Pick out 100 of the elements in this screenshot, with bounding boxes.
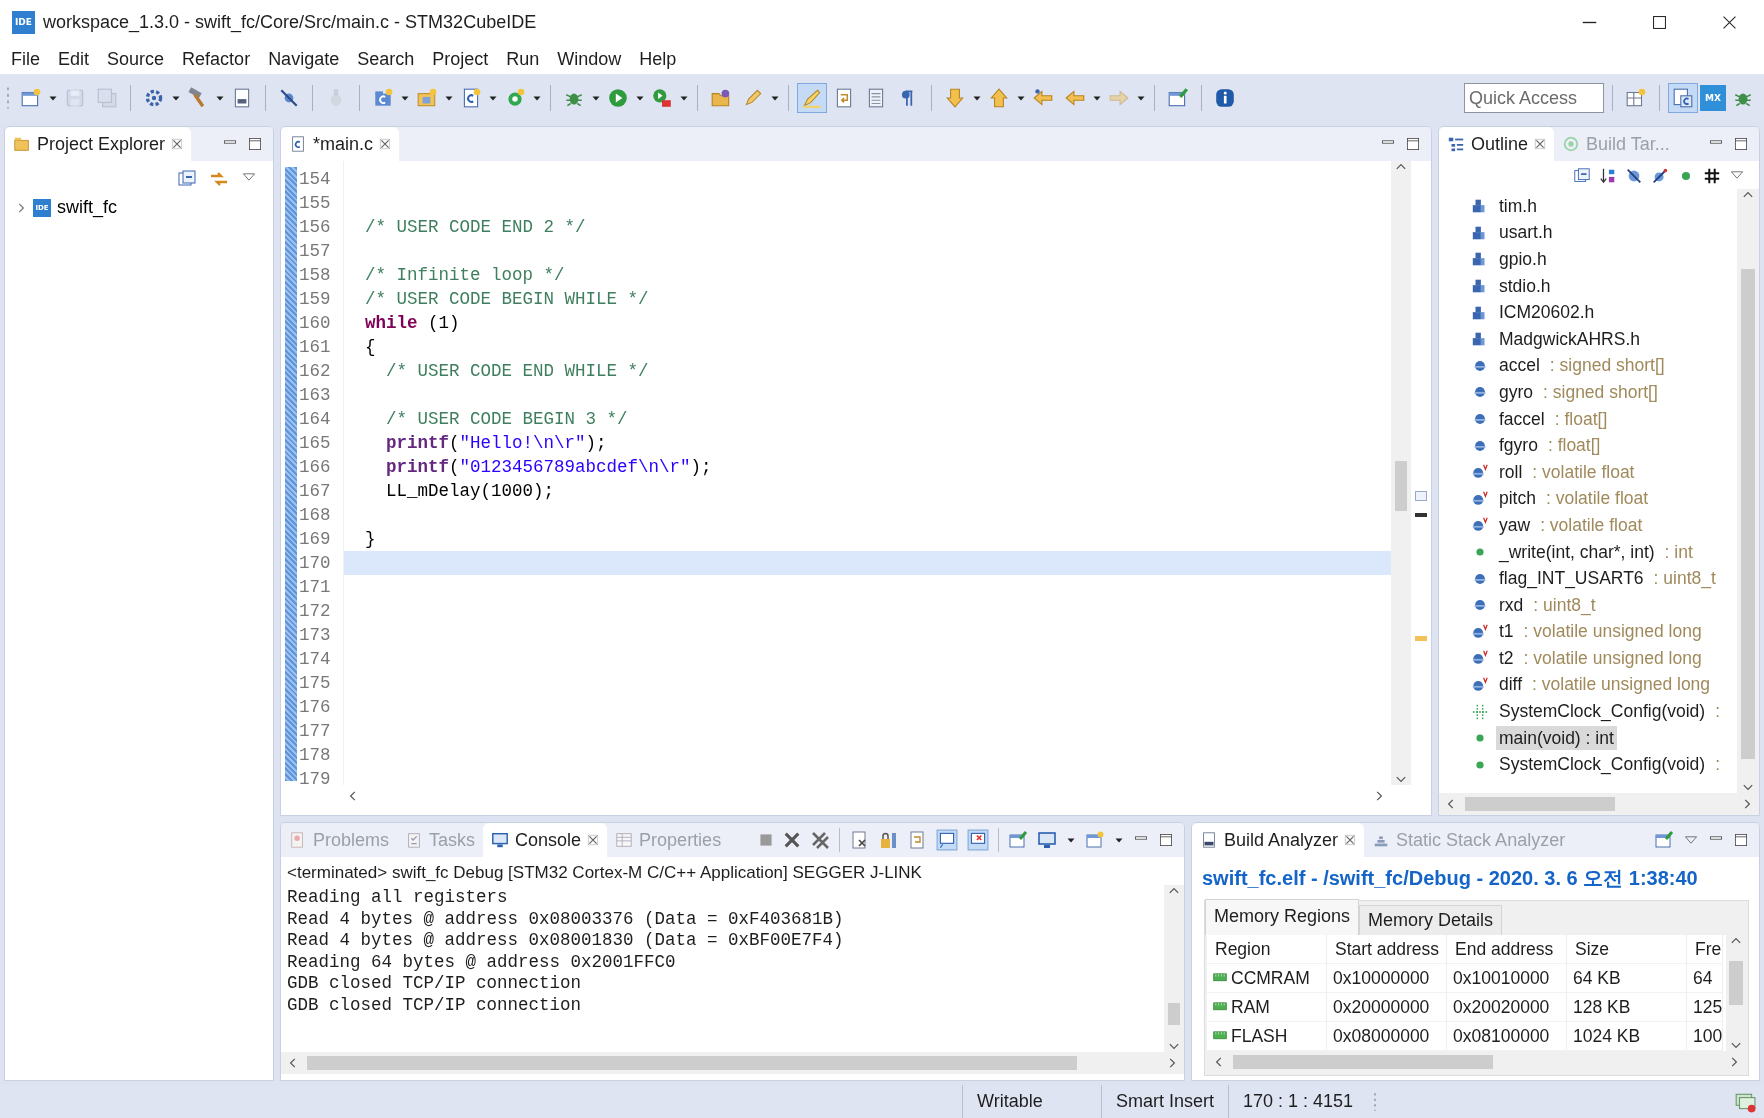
outline-item[interactable]: usart.h	[1496, 220, 1556, 245]
stop-icon[interactable]	[758, 832, 774, 848]
quick-access-field[interactable]: Quick Access	[1464, 83, 1604, 113]
menu-item[interactable]: Search	[348, 44, 424, 74]
outline-item[interactable]: MadgwickAHRS.h	[1496, 327, 1644, 352]
target-icon	[1562, 135, 1581, 153]
scrollbar-thumb[interactable]	[1233, 1055, 1493, 1069]
outline-item[interactable]: SystemClock_Config(void) :	[1496, 752, 1724, 777]
line-number: 173	[299, 624, 332, 647]
hide-fields-icon[interactable]	[1625, 167, 1643, 185]
outline-item[interactable]: diff : volatile unsigned long	[1496, 673, 1714, 697]
outline-item[interactable]: roll : volatile float	[1496, 460, 1638, 485]
open-console-icon[interactable]	[1085, 830, 1105, 850]
scrollbar-thumb[interactable]	[1395, 461, 1407, 511]
volatile-field-icon	[1471, 676, 1489, 694]
outline-item[interactable]: accel : signed short[]	[1496, 353, 1668, 378]
vertical-scrollbar[interactable]	[1164, 885, 1184, 1052]
outline-item[interactable]: _write(int, char*, int) : int	[1496, 540, 1696, 564]
remove-launch-icon[interactable]	[783, 831, 801, 849]
outline-item[interactable]: t1 : volatile unsigned long	[1496, 619, 1705, 644]
line-number: 169	[299, 528, 332, 551]
outline-item[interactable]: rxd : uint8_t	[1496, 593, 1599, 618]
horizontal-scrollbar[interactable]	[281, 1052, 1184, 1074]
outline-item[interactable]: fgyro : float[]	[1496, 433, 1604, 458]
menu-item[interactable]: Refactor	[173, 44, 260, 74]
toolbar-grip[interactable]	[6, 85, 10, 111]
outline-item[interactable]: main(void) : int	[1496, 726, 1617, 751]
menu-item[interactable]: Help	[630, 44, 686, 74]
menu-item[interactable]: Run	[497, 44, 549, 74]
code-line: /* Infinite loop */	[365, 265, 565, 285]
table-icon	[615, 831, 634, 849]
line-number: 166	[299, 456, 332, 479]
remove-all-icon[interactable]	[810, 830, 830, 850]
table-cell: 0x10010000	[1447, 964, 1567, 993]
menu-item[interactable]: Edit	[49, 44, 99, 74]
scrollbar-thumb[interactable]	[1168, 1003, 1180, 1025]
hide-static-icon[interactable]	[1651, 167, 1669, 185]
console-line: Read 4 bytes @ address 0x08003376 (Data = 0xF403681B)	[287, 908, 845, 930]
memory-tab[interactable]: Memory Details	[1359, 905, 1503, 935]
app-logo: IDE	[12, 10, 35, 34]
maximize-icon[interactable]	[1405, 136, 1421, 152]
maximize-icon[interactable]	[247, 136, 263, 152]
vertical-scrollbar[interactable]	[1391, 161, 1411, 785]
menu-item[interactable]: File	[2, 44, 49, 74]
scrollbar-thumb[interactable]	[1729, 961, 1743, 1005]
column-header[interactable]: Fre	[1687, 935, 1723, 964]
code-line: LL_mDelay(1000);	[385, 481, 555, 501]
collapse-all-icon[interactable]	[1573, 167, 1591, 185]
clear-console-icon[interactable]	[849, 830, 869, 850]
outline-item[interactable]: gpio.h	[1496, 247, 1550, 272]
menu-item[interactable]: Window	[548, 44, 631, 74]
column-header[interactable]: Region	[1207, 935, 1327, 964]
vertical-scrollbar[interactable]	[1737, 189, 1759, 793]
outline-item[interactable]: pitch : volatile float	[1496, 486, 1652, 511]
scrollbar-thumb[interactable]	[1741, 269, 1755, 759]
outline-item[interactable]: faccel : float[]	[1496, 407, 1611, 432]
view-tab[interactable]: Project Explorer	[5, 127, 192, 161]
menu-item[interactable]: Source	[98, 44, 174, 74]
show-on-output-icon[interactable]	[936, 829, 958, 851]
hash-icon[interactable]	[1703, 167, 1721, 185]
outline-item[interactable]: yaw : volatile float	[1496, 513, 1646, 538]
outline-item[interactable]: ICM20602.h	[1496, 300, 1598, 325]
sort-icon[interactable]	[1599, 167, 1617, 185]
scroll-lock-icon[interactable]	[878, 830, 898, 850]
maximize-window-icon[interactable]	[1650, 13, 1668, 31]
view-tab[interactable]: Build Analyzer	[1192, 823, 1365, 857]
display-console-icon[interactable]	[1037, 830, 1057, 850]
show-on-error-icon[interactable]	[967, 829, 989, 851]
scrollbar-thumb[interactable]	[307, 1056, 1077, 1070]
collapse-all-icon[interactable]	[177, 169, 197, 189]
toolbar-grip[interactable]	[1373, 1090, 1378, 1113]
horizontal-scrollbar[interactable]	[1439, 793, 1759, 815]
line-number: 178	[299, 744, 332, 767]
pin-view-icon[interactable]	[1654, 830, 1674, 850]
column-header[interactable]: Size	[1567, 935, 1687, 964]
menu-item[interactable]: Project	[423, 44, 498, 74]
maximize-icon[interactable]	[1733, 136, 1749, 152]
outline-item[interactable]: gyro : signed short[]	[1496, 380, 1661, 405]
status-text: 170 : 1 : 4151	[1228, 1085, 1368, 1118]
pin-console-icon[interactable]	[1008, 830, 1028, 850]
table-cell-text: RAM	[1231, 996, 1270, 1019]
c-perspective-icon[interactable]	[1668, 83, 1698, 113]
console-line: Read 4 bytes @ address 0x08001830 (Data = 0xBF00E7F4)	[287, 930, 845, 952]
column-header[interactable]: End address	[1447, 935, 1567, 964]
line-number: 154	[299, 168, 332, 191]
view-tab[interactable]: *main.c	[281, 127, 400, 161]
memory-tab[interactable]: Memory Regions	[1205, 899, 1360, 935]
outline-item[interactable]: stdio.h	[1496, 274, 1554, 299]
console-header: <terminated> swift_fc Debug [STM32 Cortex-M C/C++ Application] SEGGER J-LINK	[286, 862, 923, 884]
outline-item[interactable]: t2 : volatile unsigned long	[1496, 646, 1705, 671]
view-tab[interactable]: Outline	[1439, 127, 1555, 161]
maximize-icon[interactable]	[1158, 832, 1174, 848]
outline-item[interactable]: SystemClock_Config(void) :	[1496, 699, 1724, 724]
maximize-icon[interactable]	[1733, 832, 1749, 848]
scrollbar-thumb[interactable]	[1465, 797, 1615, 811]
column-header[interactable]: Start address	[1327, 935, 1447, 964]
view-tab[interactable]: Console	[483, 823, 608, 857]
outline-item[interactable]: flag_INT_USART6 : uint8_t	[1496, 566, 1719, 591]
outline-item[interactable]: tim.h	[1496, 194, 1540, 219]
menu-item[interactable]: Navigate	[259, 44, 349, 74]
